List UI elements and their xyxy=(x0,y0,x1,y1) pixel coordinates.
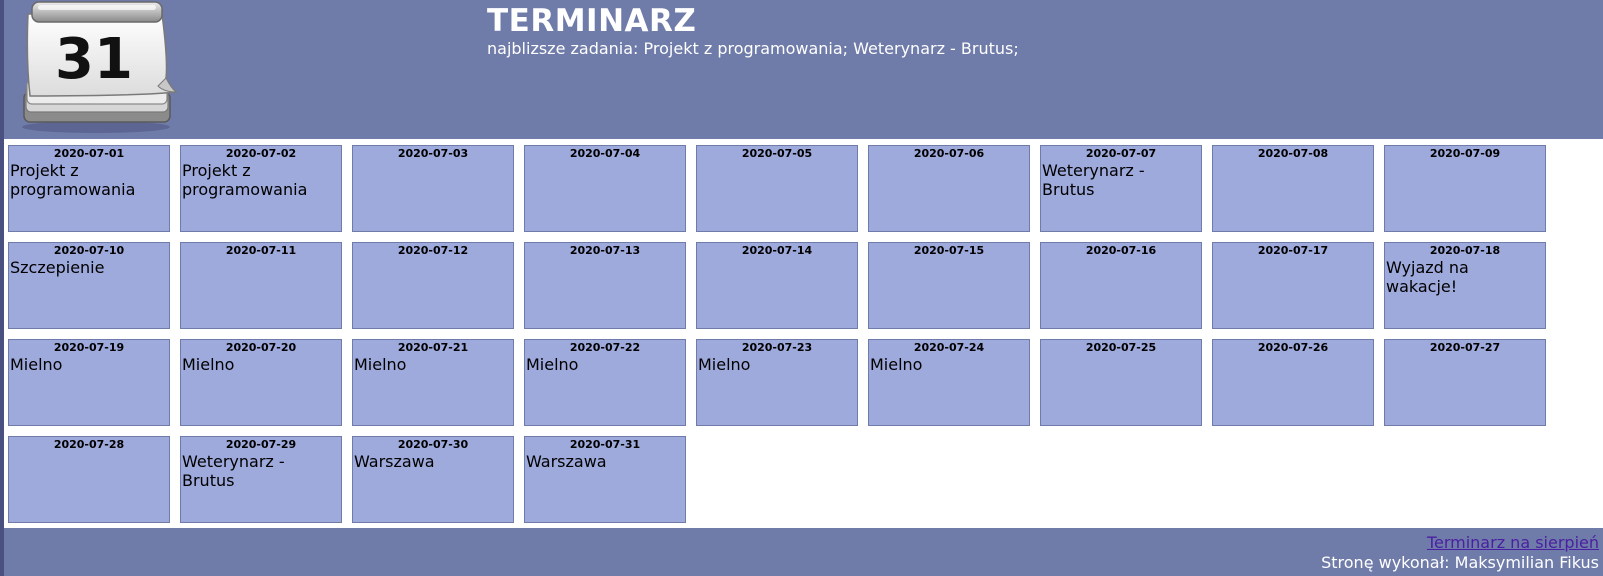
day-date: 2020-07-03 xyxy=(397,147,469,160)
day-date: 2020-07-22 xyxy=(569,341,641,354)
day-task: Projekt z programowania xyxy=(182,161,308,199)
day-cell: 2020-07-31 Warszawa xyxy=(524,436,686,523)
day-cell: 2020-07-22 Mielno xyxy=(524,339,686,426)
day-cell: 2020-07-25 xyxy=(1040,339,1202,426)
day-cell: 2020-07-11 xyxy=(180,242,342,329)
day-cell: 2020-07-27 xyxy=(1384,339,1546,426)
day-date: 2020-07-21 xyxy=(397,341,469,354)
calendar-grid: 2020-07-01 Projekt z programowania 2020-07… xyxy=(8,145,1564,523)
page-footer: Terminarz na sierpień Stronę wykonał: Ma… xyxy=(4,528,1603,576)
day-date: 2020-07-01 xyxy=(53,147,125,160)
day-date: 2020-07-17 xyxy=(1257,244,1329,257)
day-task: Weterynarz - Brutus xyxy=(1042,161,1145,199)
day-cell: 2020-07-06 xyxy=(868,145,1030,232)
author-credit: Stronę wykonał: Maksymilian Fikus xyxy=(1321,553,1599,572)
day-cell: 2020-07-04 xyxy=(524,145,686,232)
day-task: Mielno xyxy=(354,355,407,374)
day-date: 2020-07-29 xyxy=(225,438,297,451)
day-date: 2020-07-30 xyxy=(397,438,469,451)
day-cell: 2020-07-21 Mielno xyxy=(352,339,514,426)
day-date: 2020-07-25 xyxy=(1085,341,1157,354)
day-cell: 2020-07-23 Mielno xyxy=(696,339,858,426)
day-task: Warszawa xyxy=(354,452,435,471)
upcoming-tasks-text: najblizsze zadania: Projekt z programowa… xyxy=(487,39,1019,58)
day-cell: 2020-07-01 Projekt z programowania xyxy=(8,145,170,232)
day-task: Mielno xyxy=(526,355,579,374)
day-task: Mielno xyxy=(182,355,235,374)
page-header: 31 TERMINARZ najblizsze zadania: Projekt… xyxy=(4,0,1603,139)
day-cell: 2020-07-03 xyxy=(352,145,514,232)
day-date: 2020-07-20 xyxy=(225,341,297,354)
day-date: 2020-07-14 xyxy=(741,244,813,257)
day-cell: 2020-07-19 Mielno xyxy=(8,339,170,426)
day-cell: 2020-07-13 xyxy=(524,242,686,329)
calendar-logo-icon: 31 xyxy=(22,1,178,133)
day-date: 2020-07-10 xyxy=(53,244,125,257)
day-date: 2020-07-26 xyxy=(1257,341,1329,354)
day-cell: 2020-07-20 Mielno xyxy=(180,339,342,426)
day-date: 2020-07-28 xyxy=(53,438,125,451)
day-cell: 2020-07-14 xyxy=(696,242,858,329)
day-task: Mielno xyxy=(698,355,751,374)
day-date: 2020-07-07 xyxy=(1085,147,1157,160)
day-date: 2020-07-06 xyxy=(913,147,985,160)
day-date: 2020-07-19 xyxy=(53,341,125,354)
day-cell: 2020-07-28 xyxy=(8,436,170,523)
day-task: Projekt z programowania xyxy=(10,161,136,199)
day-date: 2020-07-23 xyxy=(741,341,813,354)
day-date: 2020-07-16 xyxy=(1085,244,1157,257)
day-cell: 2020-07-10 Szczepienie xyxy=(8,242,170,329)
day-cell: 2020-07-16 xyxy=(1040,242,1202,329)
day-date: 2020-07-13 xyxy=(569,244,641,257)
day-date: 2020-07-18 xyxy=(1429,244,1501,257)
day-cell: 2020-07-12 xyxy=(352,242,514,329)
day-date: 2020-07-15 xyxy=(913,244,985,257)
day-task: Wyjazd na wakacje! xyxy=(1386,258,1469,296)
day-date: 2020-07-27 xyxy=(1429,341,1501,354)
day-task: Szczepienie xyxy=(10,258,105,277)
day-date: 2020-07-05 xyxy=(741,147,813,160)
day-cell: 2020-07-18 Wyjazd na wakacje! xyxy=(1384,242,1546,329)
day-date: 2020-07-11 xyxy=(225,244,297,257)
day-date: 2020-07-08 xyxy=(1257,147,1329,160)
day-cell: 2020-07-17 xyxy=(1212,242,1374,329)
day-cell: 2020-07-26 xyxy=(1212,339,1374,426)
logo-day-number: 31 xyxy=(55,27,133,92)
day-date: 2020-07-24 xyxy=(913,341,985,354)
day-task: Weterynarz - Brutus xyxy=(182,452,285,490)
day-cell: 2020-07-08 xyxy=(1212,145,1374,232)
day-cell: 2020-07-02 Projekt z programowania xyxy=(180,145,342,232)
day-cell: 2020-07-09 xyxy=(1384,145,1546,232)
day-cell: 2020-07-30 Warszawa xyxy=(352,436,514,523)
day-cell: 2020-07-15 xyxy=(868,242,1030,329)
day-date: 2020-07-31 xyxy=(569,438,641,451)
day-task: Mielno xyxy=(10,355,63,374)
page-title: TERMINARZ xyxy=(487,3,697,39)
day-date: 2020-07-09 xyxy=(1429,147,1501,160)
day-cell: 2020-07-24 Mielno xyxy=(868,339,1030,426)
day-cell: 2020-07-07 Weterynarz - Brutus xyxy=(1040,145,1202,232)
day-date: 2020-07-04 xyxy=(569,147,641,160)
day-cell: 2020-07-29 Weterynarz - Brutus xyxy=(180,436,342,523)
day-task: Warszawa xyxy=(526,452,607,471)
day-date: 2020-07-02 xyxy=(225,147,297,160)
day-date: 2020-07-12 xyxy=(397,244,469,257)
day-cell: 2020-07-05 xyxy=(696,145,858,232)
next-month-link[interactable]: Terminarz na sierpień xyxy=(1427,533,1599,552)
day-task: Mielno xyxy=(870,355,923,374)
